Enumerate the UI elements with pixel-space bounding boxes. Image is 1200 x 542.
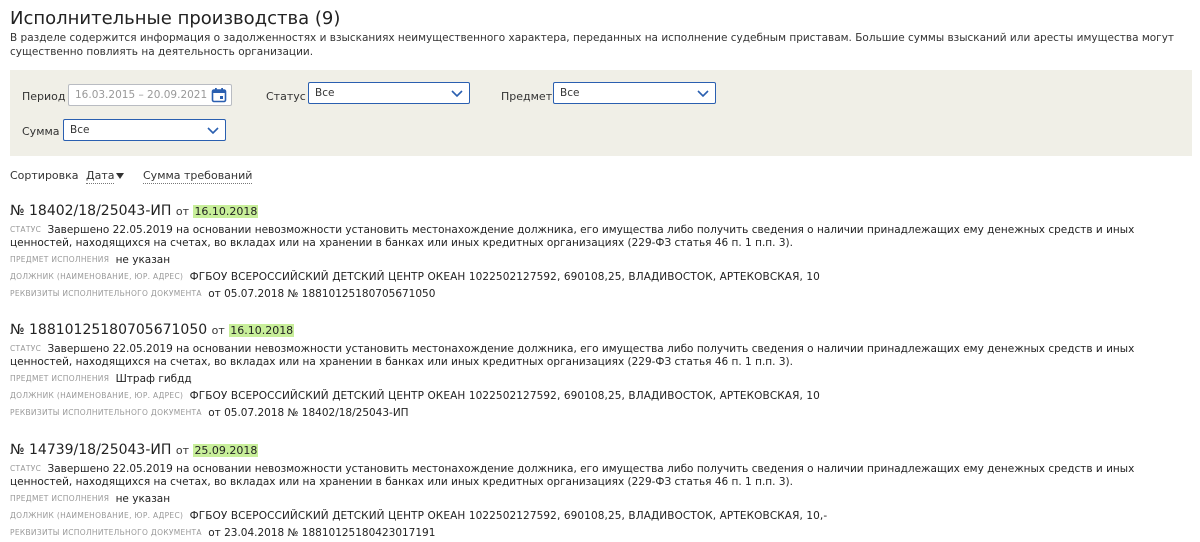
sort-bar: Сортировка Дата Сумма требований — [10, 169, 253, 184]
case-subject-row: предмет исполнения Штраф гибдд — [10, 372, 1192, 386]
case-date: 16.10.2018 — [193, 205, 259, 218]
case-debtor-row: должник (наименование, юр. адрес) ФГБОУ … — [10, 270, 1192, 284]
case-requisites: от 23.04.2018 № 18810125180423017191 — [208, 527, 436, 539]
case-number[interactable]: № 18402/18/25043-ИП — [10, 203, 171, 219]
period-value: 16.03.2015 – 20.09.2021 — [75, 89, 208, 101]
case-status-row: статус Завершено 22.05.2019 на основании… — [10, 462, 1192, 489]
status-select-value: Все — [315, 87, 335, 99]
requisites-field-label: реквизиты исполнительного документа — [10, 408, 202, 417]
case-item: № 14739/18/25043-ИП от 25.09.2018 статус… — [10, 441, 1192, 540]
calendar-icon[interactable] — [211, 87, 227, 103]
sum-label: Сумма — [22, 125, 60, 138]
case-requisites-row: реквизиты исполнительного документа от 0… — [10, 287, 1192, 301]
case-subject: Штраф гибдд — [115, 373, 192, 385]
chevron-down-icon — [207, 127, 219, 135]
case-header: № 18402/18/25043-ИП от 16.10.2018 — [10, 202, 1192, 220]
subject-field-label: предмет исполнения — [10, 374, 110, 383]
chevron-down-icon — [697, 90, 709, 98]
page-description: В разделе содержится информация о задолж… — [10, 32, 1175, 58]
case-status: Завершено 22.05.2019 на основании невозм… — [10, 224, 1135, 249]
case-debtor-row: должник (наименование, юр. адрес) ФГБОУ … — [10, 389, 1192, 403]
case-from-label: от — [175, 205, 189, 218]
subject-label: Предмет — [501, 90, 553, 103]
case-status: Завершено 22.05.2019 на основании невозм… — [10, 463, 1135, 488]
case-requisites-row: реквизиты исполнительного документа от 0… — [10, 406, 1192, 420]
subject-select[interactable]: Все — [553, 82, 716, 104]
case-status: Завершено 22.05.2019 на основании невозм… — [10, 343, 1135, 368]
case-subject-row: предмет исполнения не указан — [10, 253, 1192, 267]
case-status-row: статус Завершено 22.05.2019 на основании… — [10, 223, 1192, 250]
case-number[interactable]: № 18810125180705671050 — [10, 322, 207, 338]
debtor-field-label: должник (наименование, юр. адрес) — [10, 272, 184, 281]
sum-select[interactable]: Все — [63, 119, 226, 141]
case-subject: не указан — [115, 254, 171, 266]
sort-desc-icon[interactable] — [116, 173, 124, 179]
period-label: Период — [22, 90, 66, 103]
sort-label: Сортировка — [10, 169, 79, 182]
page-title: Исполнительные производства (9) — [10, 8, 341, 29]
debtor-field-label: должник (наименование, юр. адрес) — [10, 391, 184, 400]
page: Исполнительные производства (9) В раздел… — [0, 0, 1200, 542]
case-requisites: от 05.07.2018 № 18402/18/25043-ИП — [208, 407, 409, 419]
case-debtor-row: должник (наименование, юр. адрес) ФГБОУ … — [10, 509, 1192, 523]
case-date: 25.09.2018 — [193, 444, 259, 457]
subject-field-label: предмет исполнения — [10, 255, 110, 264]
case-from-label: от — [211, 324, 225, 337]
sort-by-date[interactable]: Дата — [86, 169, 115, 184]
status-field-label: статус — [10, 464, 42, 473]
status-field-label: статус — [10, 225, 42, 234]
case-debtor: ФГБОУ ВСЕРОССИЙСКИЙ ДЕТСКИЙ ЦЕНТР ОКЕАН … — [189, 390, 820, 402]
filters-panel: Период 16.03.2015 – 20.09.2021 Статус Вс… — [10, 70, 1192, 156]
status-select[interactable]: Все — [308, 82, 470, 104]
status-field-label: статус — [10, 344, 42, 353]
case-requisites: от 05.07.2018 № 18810125180705671050 — [208, 288, 436, 300]
case-debtor: ФГБОУ ВСЕРОССИЙСКИЙ ДЕТСКИЙ ЦЕНТР ОКЕАН … — [189, 271, 820, 283]
period-field[interactable]: 16.03.2015 – 20.09.2021 — [68, 84, 232, 106]
case-from-label: от — [175, 444, 189, 457]
requisites-field-label: реквизиты исполнительного документа — [10, 528, 202, 537]
case-header: № 18810125180705671050 от 16.10.2018 — [10, 321, 1192, 339]
case-status-row: статус Завершено 22.05.2019 на основании… — [10, 342, 1192, 369]
case-number[interactable]: № 14739/18/25043-ИП — [10, 442, 171, 458]
chevron-down-icon — [451, 90, 463, 98]
subject-field-label: предмет исполнения — [10, 494, 110, 503]
case-debtor: ФГБОУ ВСЕРОССИЙСКИЙ ДЕТСКИЙ ЦЕНТР ОКЕАН … — [189, 510, 828, 522]
status-label: Статус — [266, 90, 306, 103]
debtor-field-label: должник (наименование, юр. адрес) — [10, 511, 184, 520]
sort-by-amount[interactable]: Сумма требований — [143, 169, 253, 184]
case-item: № 18402/18/25043-ИП от 16.10.2018 статус… — [10, 202, 1192, 301]
case-requisites-row: реквизиты исполнительного документа от 2… — [10, 526, 1192, 540]
case-subject: не указан — [115, 493, 171, 505]
case-header: № 14739/18/25043-ИП от 25.09.2018 — [10, 441, 1192, 459]
case-date: 16.10.2018 — [229, 324, 295, 337]
requisites-field-label: реквизиты исполнительного документа — [10, 289, 202, 298]
subject-select-value: Все — [560, 87, 580, 99]
sum-select-value: Все — [70, 124, 90, 136]
case-subject-row: предмет исполнения не указан — [10, 492, 1192, 506]
case-item: № 18810125180705671050 от 16.10.2018 ста… — [10, 321, 1192, 420]
